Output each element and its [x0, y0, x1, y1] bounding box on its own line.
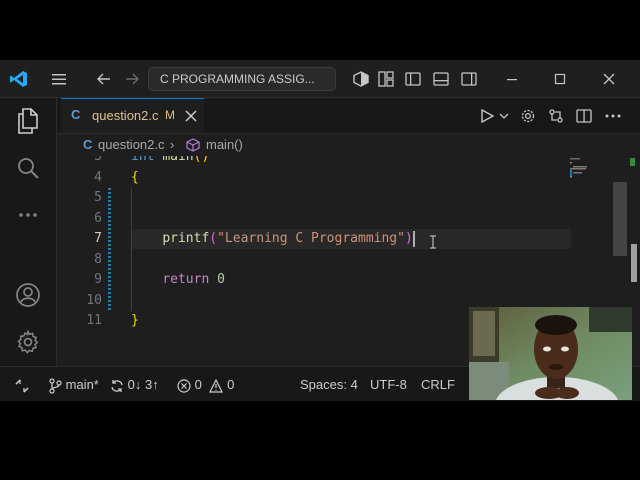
sync-icon	[111, 379, 123, 392]
gear-icon[interactable]	[519, 98, 537, 133]
activity-bar	[0, 98, 57, 366]
secondary-sidebar-icon[interactable]	[460, 60, 478, 97]
c-file-icon: C	[83, 137, 93, 152]
sync-status: 0↓ 3↑	[127, 377, 159, 392]
minimize-icon[interactable]	[498, 60, 526, 97]
webcam-overlay	[469, 307, 632, 400]
search-icon[interactable]	[0, 148, 56, 188]
code-token: ()	[193, 156, 210, 164]
code-token: 0	[217, 272, 225, 287]
code-token: printf	[162, 231, 210, 246]
minimap[interactable]	[567, 156, 617, 196]
code-token: (	[209, 231, 218, 246]
text-cursor-icon	[429, 235, 437, 249]
cube-icon	[186, 138, 200, 155]
menu-icon[interactable]	[48, 60, 70, 97]
indent-guide	[131, 188, 132, 311]
code-token: int	[131, 156, 163, 164]
compare-changes-icon[interactable]	[547, 98, 565, 133]
code-line[interactable]: int main()	[131, 156, 209, 167]
breadcrumb: C question2.c › main()	[57, 134, 640, 156]
command-center-search[interactable]: C PROGRAMMING ASSIG...	[148, 67, 336, 91]
c-file-icon: C	[71, 107, 81, 122]
tab-bar: C question2.c M	[57, 98, 640, 134]
remote-icon[interactable]	[14, 367, 30, 401]
split-editor-icon[interactable]	[575, 98, 593, 133]
code-token: }	[131, 313, 139, 328]
modified-indicator: M	[165, 108, 175, 122]
presenter-video-image	[469, 307, 632, 400]
code-token: )	[404, 231, 413, 246]
settings-icon[interactable]	[0, 322, 56, 362]
chevron-down-icon[interactable]	[497, 98, 511, 133]
copilot-icon[interactable]	[352, 60, 370, 97]
code-token: return	[162, 272, 218, 287]
indentation-status[interactable]: Spaces: 4	[300, 367, 358, 401]
line-number: 8	[94, 251, 102, 267]
encoding-status[interactable]: UTF-8	[370, 367, 407, 401]
tab-label: question2.c	[92, 108, 159, 123]
line-number: 10	[86, 292, 102, 308]
breadcrumb-file[interactable]: question2.c	[98, 137, 165, 152]
breadcrumb-separator: ›	[170, 137, 175, 152]
panel-toggle-icon[interactable]	[432, 60, 450, 97]
line-number: 9	[94, 272, 102, 287]
line-number: 11	[86, 313, 102, 328]
more-actions-icon[interactable]	[603, 98, 623, 133]
tab-question2-c[interactable]: C question2.c M	[61, 98, 204, 133]
vertical-scrollbar[interactable]	[613, 182, 627, 256]
warning-count: 0	[227, 377, 235, 392]
line-number: 3	[94, 156, 102, 164]
run-icon[interactable]	[477, 98, 497, 133]
code-token: "Learning C Programming"	[217, 231, 405, 246]
error-count: 0	[194, 377, 202, 392]
maximize-icon[interactable]	[546, 60, 574, 97]
close-tab-icon[interactable]	[185, 106, 197, 126]
back-arrow-icon[interactable]	[94, 60, 114, 97]
explorer-icon[interactable]	[0, 101, 56, 141]
problems-item[interactable]: 0 0	[177, 367, 234, 401]
sidebar-toggle-icon[interactable]	[404, 60, 422, 97]
breadcrumb-symbol[interactable]: main()	[206, 137, 243, 152]
line-number: 6	[94, 210, 102, 226]
eol-status[interactable]: CRLF	[421, 367, 455, 401]
code-line[interactable]: }	[131, 311, 139, 331]
branch-item[interactable]: main*	[48, 367, 99, 401]
modified-marker	[630, 158, 635, 166]
error-icon	[177, 378, 191, 393]
ruler-thumb[interactable]	[631, 244, 637, 282]
line-number: 5	[94, 190, 102, 205]
code-line[interactable]: printf("Learning C Programming")	[131, 229, 415, 249]
code-token: {	[131, 169, 139, 185]
title-bar: C PROGRAMMING ASSIG...	[0, 60, 640, 98]
layout-icon[interactable]	[377, 60, 395, 97]
forward-arrow-icon[interactable]	[122, 60, 142, 97]
code-token: main	[162, 156, 194, 164]
sync-item[interactable]: 0↓ 3↑	[110, 367, 159, 401]
account-icon[interactable]	[0, 275, 56, 315]
warning-icon	[209, 378, 224, 393]
git-branch-icon	[49, 377, 62, 394]
text-caret	[412, 230, 415, 247]
code-line[interactable]: {	[131, 168, 139, 188]
close-window-icon[interactable]	[595, 60, 623, 97]
more-icon[interactable]	[0, 195, 56, 235]
code-line[interactable]: return 0	[131, 270, 225, 290]
vscode-logo-icon	[8, 60, 30, 97]
modified-lines-gutter	[108, 188, 111, 311]
line-number: 7	[94, 231, 102, 246]
line-number: 4	[94, 169, 102, 185]
branch-name: main*	[65, 377, 99, 392]
